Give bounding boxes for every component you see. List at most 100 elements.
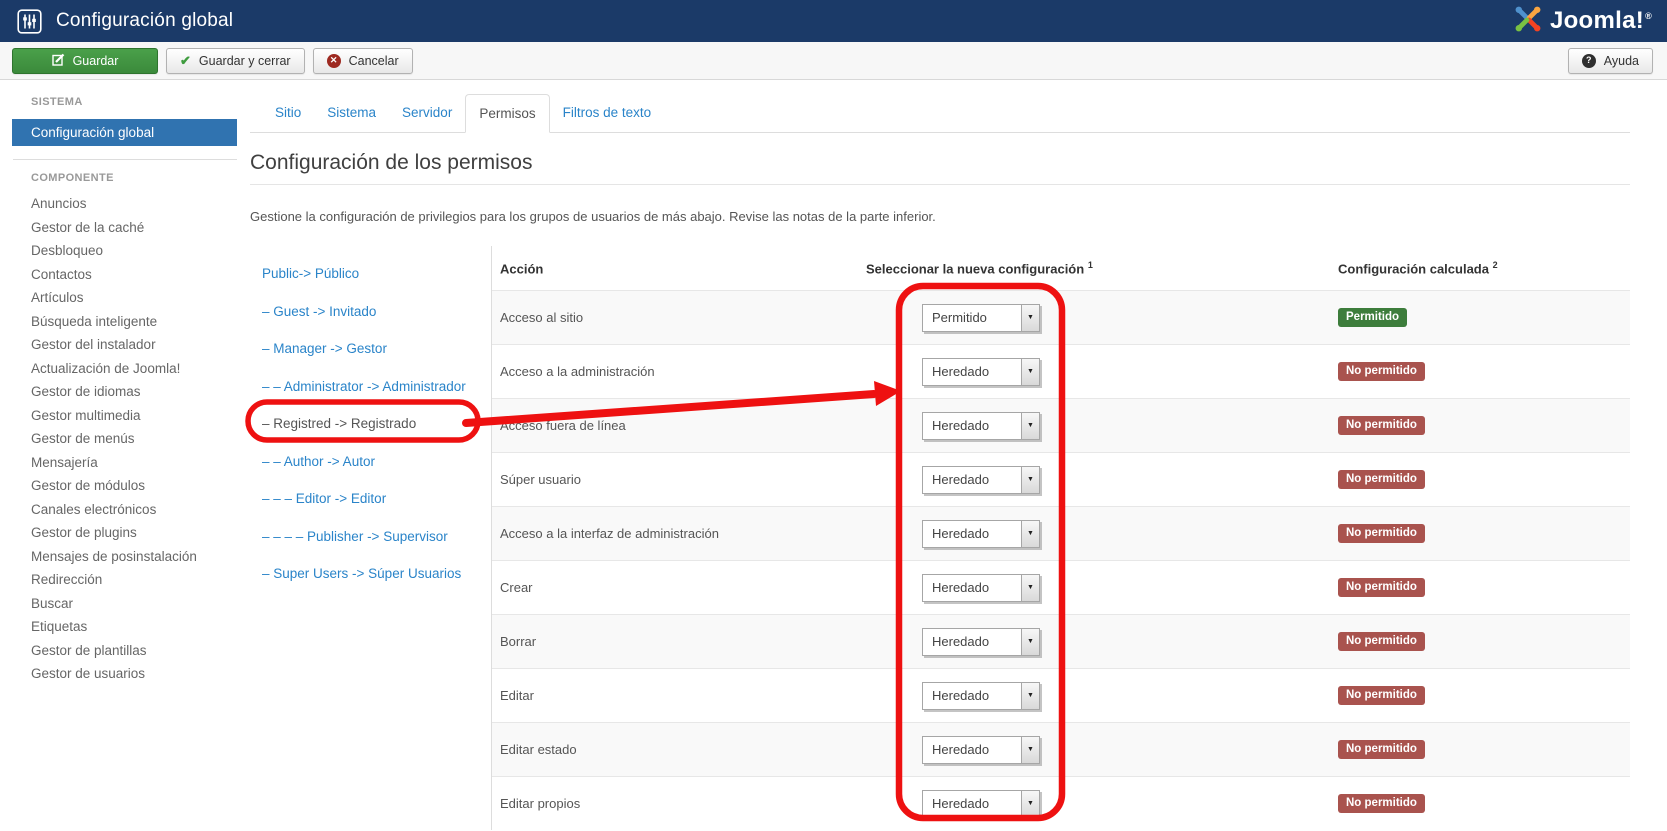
user-group-item[interactable]: – Manager -> Gestor (250, 330, 491, 368)
permission-select[interactable]: Heredado ▼ (922, 573, 1040, 602)
user-group-item[interactable]: – Registred -> Registrado (250, 405, 491, 443)
permission-select[interactable]: Heredado ▼ (922, 465, 1040, 494)
user-group-item[interactable]: – Guest -> Invitado (250, 293, 491, 331)
sidebar-item[interactable]: Anuncios (0, 192, 250, 216)
tab-bar: Sitio Sistema Servidor Permisos Filtros de t… (250, 94, 1630, 133)
permission-row: Súper usuario Heredado ▼ No permitido (492, 452, 1630, 506)
sidebar-item[interactable]: Gestor de idiomas (0, 380, 250, 404)
sidebar-item[interactable]: Mensajería (0, 451, 250, 475)
status-badge: No permitido (1338, 793, 1425, 814)
sidebar-item[interactable]: Redirección (0, 568, 250, 592)
tab[interactable]: Sistema (314, 94, 389, 132)
dropdown-arrow-icon[interactable]: ▼ (1021, 682, 1039, 709)
action-label: Borrar (500, 634, 537, 649)
permissions-panel: Public-> Público – Guest -> Invitado – Man… (250, 246, 1630, 830)
user-group-item[interactable]: – – – – Publisher -> Supervisor (250, 518, 491, 556)
dropdown-arrow-icon[interactable]: ▼ (1021, 520, 1039, 547)
sidebar-item[interactable]: Gestor de módulos (0, 474, 250, 498)
column-header-calculated-setting: Configuración calculada 2 (1338, 259, 1498, 277)
tab[interactable]: Servidor (389, 94, 465, 132)
tab[interactable]: Sitio (262, 94, 314, 132)
status-badge: No permitido (1338, 577, 1425, 598)
sidebar-item[interactable]: Artículos (0, 286, 250, 310)
permission-row: Acceso a la interfaz de administración H… (492, 506, 1630, 560)
sidebar-item[interactable]: Buscar (0, 592, 250, 616)
sidebar-item[interactable]: Búsqueda inteligente (0, 310, 250, 334)
action-label: Súper usuario (500, 472, 581, 487)
footnote-ref-1: 1 (1087, 259, 1093, 270)
sidebar-item[interactable]: Actualización de Joomla! (0, 357, 250, 381)
help-button[interactable]: ? Ayuda (1567, 47, 1653, 74)
dropdown-arrow-icon[interactable]: ▼ (1021, 304, 1039, 331)
sidebar-component-list: Anuncios Gestor de la caché Desbloqueo Cont… (0, 192, 250, 686)
sidebar-item-global-configuration[interactable]: Configuración global (12, 119, 237, 146)
sidebar-item[interactable]: Gestor del instalador (0, 333, 250, 357)
user-group-item[interactable]: – – Administrator -> Administrador (250, 368, 491, 406)
save-button[interactable]: Guardar (12, 47, 158, 74)
column-header-new-setting: Seleccionar la nueva configuración 1 (866, 259, 1093, 277)
sidebar-item[interactable]: Mensajes de posinstalación (0, 545, 250, 569)
sidebar-item[interactable]: Gestor de la caché (0, 216, 250, 240)
status-badge: No permitido (1338, 739, 1425, 760)
action-label: Acceso a la administración (500, 364, 655, 379)
dropdown-arrow-icon[interactable]: ▼ (1021, 628, 1039, 655)
user-group-item[interactable]: Public-> Público (250, 255, 491, 293)
sidebar-item[interactable]: Gestor de plantillas (0, 639, 250, 663)
permission-select[interactable]: Heredado ▼ (922, 735, 1040, 764)
user-group-item[interactable]: – Super Users -> Súper Usuarios (250, 555, 491, 593)
dropdown-arrow-icon[interactable]: ▼ (1021, 736, 1039, 763)
sidebar-item[interactable]: Gestor de plugins (0, 521, 250, 545)
status-badge: No permitido (1338, 631, 1425, 652)
global-configuration-page: Configuración global Joomla!® Guardar ✔ … (0, 0, 1667, 831)
status-badge: Permitido (1338, 307, 1408, 328)
status-badge: No permitido (1338, 361, 1425, 382)
permission-select[interactable]: Heredado ▼ (922, 519, 1040, 548)
permission-select-value: Heredado (932, 796, 990, 811)
sidebar-item[interactable]: Desbloqueo (0, 239, 250, 263)
sidebar-item[interactable]: Gestor multimedia (0, 404, 250, 428)
dropdown-arrow-icon[interactable]: ▼ (1021, 412, 1039, 439)
permission-select-value: Heredado (932, 526, 990, 541)
status-badge: No permitido (1338, 685, 1425, 706)
heading-divider (250, 184, 1630, 185)
action-label: Editar propios (500, 796, 581, 811)
page-title: Configuración global (56, 10, 234, 31)
permission-select-value: Heredado (932, 742, 990, 757)
sidebar-item[interactable]: Etiquetas (0, 615, 250, 639)
user-group-item[interactable]: – – – Editor -> Editor (250, 480, 491, 518)
permission-select[interactable]: Heredado ▼ (922, 627, 1040, 656)
footnote-ref-2: 2 (1492, 259, 1498, 270)
permission-select[interactable]: Heredado ▼ (922, 411, 1040, 440)
sidebar-item[interactable]: Gestor de usuarios (0, 662, 250, 686)
sidebar: SISTEMA Configuración global COMPONENTE … (0, 80, 250, 686)
permission-row: Acceso a la administración Heredado ▼ No… (492, 344, 1630, 398)
permission-select[interactable]: Heredado ▼ (922, 789, 1040, 818)
sidebar-item[interactable]: Gestor de menús (0, 427, 250, 451)
dropdown-arrow-icon[interactable]: ▼ (1021, 574, 1039, 601)
permission-select-value: Heredado (932, 418, 990, 433)
status-badge: No permitido (1338, 523, 1425, 544)
tab[interactable]: Permisos (465, 94, 550, 133)
sidebar-system-header: SISTEMA (31, 96, 83, 108)
user-group-item[interactable]: – – Author -> Autor (250, 443, 491, 481)
save-close-button[interactable]: ✔ Guardar y cerrar (166, 47, 305, 74)
tab[interactable]: Filtros de texto (550, 94, 665, 132)
sidebar-item[interactable]: Contactos (0, 263, 250, 287)
dropdown-arrow-icon[interactable]: ▼ (1021, 790, 1039, 817)
sidebar-item[interactable]: Canales electrónicos (0, 498, 250, 522)
status-badge: No permitido (1338, 415, 1425, 436)
permission-row: Editar propios Heredado ▼ No permitido (492, 776, 1630, 830)
permission-select[interactable]: Heredado ▼ (922, 681, 1040, 710)
sliders-icon (17, 8, 42, 34)
permission-select[interactable]: Permitido ▼ (922, 303, 1040, 332)
action-label: Editar estado (500, 742, 577, 757)
cancel-button[interactable]: ✕ Cancelar (312, 47, 413, 74)
dropdown-arrow-icon[interactable]: ▼ (1021, 466, 1039, 493)
permission-select-value: Heredado (932, 364, 990, 379)
permission-select-value: Heredado (932, 580, 990, 595)
dropdown-arrow-icon[interactable]: ▼ (1021, 358, 1039, 385)
permission-row: Acceso al sitio Permitido ▼ Permitido (492, 290, 1630, 344)
permission-select[interactable]: Heredado ▼ (922, 357, 1040, 386)
action-label: Acceso fuera de línea (500, 418, 626, 433)
edit-icon (51, 53, 65, 69)
